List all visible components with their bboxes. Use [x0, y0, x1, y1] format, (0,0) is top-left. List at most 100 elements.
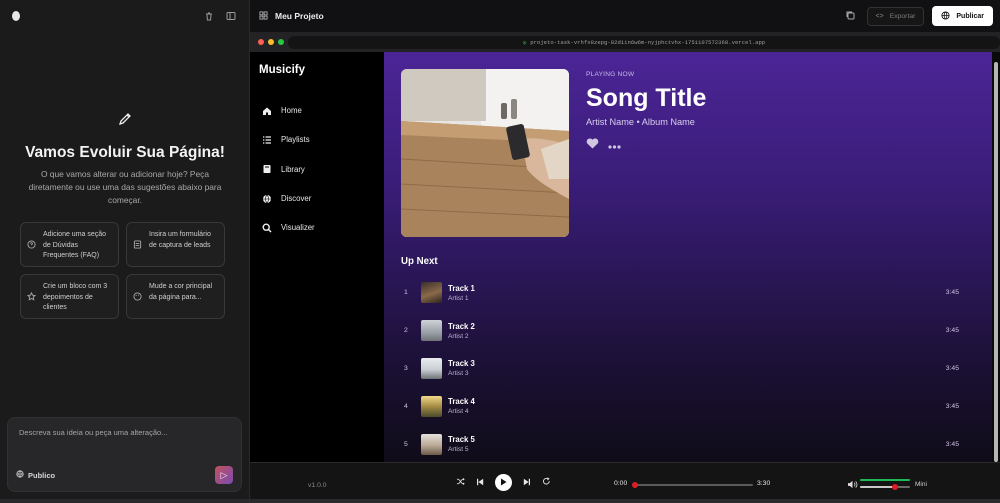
- site-nav: Home Playlists Library Discover Visualiz…: [262, 96, 315, 242]
- home-icon: [262, 106, 272, 116]
- nav-label: Library: [281, 164, 305, 174]
- empty-state: Vamos Evoluir Sua Página! O que vamos al…: [0, 104, 250, 207]
- prompt-input[interactable]: [19, 428, 229, 437]
- track-duration: 3:45: [945, 402, 959, 410]
- current-time: 0:00: [614, 480, 628, 487]
- suggestion-card-lead-form[interactable]: Insira um formulário de captura de leads: [126, 222, 225, 267]
- more-options-icon[interactable]: [608, 136, 621, 154]
- app-window: Vamos Evoluir Sua Página! O que vamos al…: [0, 0, 1000, 503]
- close-window-dot[interactable]: [258, 39, 264, 45]
- visibility-toggle[interactable]: Publico: [16, 470, 55, 480]
- search-icon: [262, 223, 272, 233]
- table-row[interactable]: 5 Track 5 Artist 5 3:45: [401, 425, 975, 462]
- track-thumbnail: [421, 282, 442, 304]
- mini-player-toggle[interactable]: Mini: [915, 481, 927, 488]
- app-logo[interactable]: [12, 11, 20, 21]
- track-title: Track 4: [448, 397, 475, 407]
- help-circle-icon: [27, 240, 37, 250]
- layout-icon: [259, 10, 268, 22]
- suggestion-card-faq[interactable]: Adicione uma seção de Dúvidas Frequentes…: [20, 222, 119, 267]
- table-row[interactable]: 4 Track 4 Artist 4 3:45: [401, 387, 975, 425]
- track-artist: Artist 5: [448, 446, 469, 454]
- empty-state-description: O que vamos alterar ou adicionar hoje? P…: [28, 169, 222, 205]
- form-icon: [133, 240, 143, 250]
- pencil-icon: [110, 104, 140, 134]
- export-label: Exportar: [889, 12, 916, 20]
- nav-item-library[interactable]: Library: [262, 155, 315, 184]
- duplicate-button[interactable]: [841, 7, 859, 25]
- app-version: v1.0.0: [308, 482, 327, 489]
- project-header: Meu Projeto <> Exportar Publicar: [250, 0, 1000, 32]
- copy-icon: [845, 7, 855, 25]
- nav-label: Playlists: [281, 135, 310, 145]
- progress-bar[interactable]: [632, 482, 753, 488]
- nav-item-home[interactable]: Home: [262, 96, 315, 125]
- maximize-window-dot[interactable]: [278, 39, 284, 45]
- volume-icon[interactable]: [847, 476, 858, 494]
- sidebar-toggle-icon[interactable]: [225, 10, 237, 22]
- progress-knob[interactable]: [632, 482, 638, 488]
- volume-fill: [860, 486, 895, 488]
- chat-panel: Vamos Evoluir Sua Página! O que vamos al…: [0, 0, 250, 503]
- chat-panel-header: [0, 0, 249, 32]
- volume-knob[interactable]: [892, 484, 898, 490]
- table-row[interactable]: 2 Track 2 Artist 2 3:45: [401, 312, 975, 350]
- list-icon: [262, 135, 272, 145]
- publish-button[interactable]: Publicar: [932, 6, 993, 26]
- shuffle-icon[interactable]: [456, 473, 465, 491]
- play-icon: [500, 473, 507, 491]
- address-bar[interactable]: ◎ projeto-task-vrhfx8zepg-82d1in6w6m-nyj…: [288, 36, 1000, 49]
- nav-item-discover[interactable]: Discover: [262, 184, 315, 213]
- table-row[interactable]: 3 Track 3 Artist 3 3:45: [401, 350, 975, 388]
- track-thumbnail: [421, 357, 442, 379]
- star-icon: [26, 291, 37, 302]
- previous-icon[interactable]: [476, 473, 484, 491]
- page-scrollbar[interactable]: [992, 52, 1000, 462]
- prompt-composer: Publico ▷: [7, 417, 242, 492]
- trash-icon[interactable]: [203, 10, 215, 22]
- track-duration: 3:45: [945, 440, 959, 448]
- total-time: 3:30: [757, 480, 771, 487]
- volume-slider[interactable]: [860, 475, 910, 491]
- site-brand[interactable]: Musicify: [259, 64, 305, 76]
- code-icon: <>: [875, 12, 884, 20]
- track-duration: 3:45: [945, 327, 959, 335]
- track-artist: Artist 4: [448, 408, 469, 416]
- play-button[interactable]: [495, 473, 512, 491]
- project-title: Meu Projeto: [275, 11, 324, 21]
- send-icon: ▷: [220, 469, 228, 480]
- send-button[interactable]: ▷: [215, 466, 233, 484]
- window-bottom-edge: [0, 499, 1000, 503]
- table-row[interactable]: 1 Track 1 Artist 1 3:45: [401, 274, 975, 312]
- track-title: Track 5: [448, 435, 475, 445]
- track-artist: Artist 2: [448, 332, 469, 340]
- track-artist: Artist 3: [448, 370, 469, 378]
- heart-icon[interactable]: [586, 136, 599, 154]
- next-icon[interactable]: [523, 473, 531, 491]
- nav-label: Visualizer: [281, 223, 315, 233]
- now-playing: PLAYING NOW Song Title Artist Name • Alb…: [586, 71, 706, 154]
- repeat-icon[interactable]: [542, 473, 551, 491]
- export-button[interactable]: <> Exportar: [866, 6, 925, 26]
- browser-chrome: ◎ projeto-task-vrhfx8zepg-82d1in6w6m-nyj…: [250, 32, 1000, 52]
- scrollbar-thumb[interactable]: [994, 62, 998, 462]
- track-artist: Artist 1: [448, 294, 469, 302]
- publish-label: Publicar: [956, 12, 984, 20]
- track-number: 3: [404, 364, 408, 372]
- suggestion-text: Adicione uma seção de Dúvidas Frequentes…: [43, 231, 107, 259]
- suggestion-text: Mude a cor principal da página para...: [149, 283, 213, 301]
- album-art: [401, 69, 569, 237]
- nav-item-playlists[interactable]: Playlists: [262, 125, 315, 154]
- visibility-label: Publico: [28, 470, 56, 480]
- site-main: PLAYING NOW Song Title Artist Name • Alb…: [384, 52, 992, 462]
- track-duration: 3:45: [945, 289, 959, 297]
- empty-state-heading: Vamos Evoluir Sua Página!: [25, 144, 225, 161]
- secure-icon: ◎: [522, 39, 527, 46]
- player-bar: v1.0.0 0:00 3:30 Mini: [250, 462, 1000, 503]
- nav-item-visualizer[interactable]: Visualizer: [262, 213, 315, 242]
- track-duration: 3:45: [945, 364, 959, 372]
- suggestion-card-testimonials[interactable]: Crie um bloco com 3 depoimentos de clien…: [20, 274, 119, 319]
- playback-controls: [456, 473, 551, 491]
- suggestion-card-color[interactable]: Mude a cor principal da página para...: [126, 274, 225, 319]
- minimize-window-dot[interactable]: [268, 39, 274, 45]
